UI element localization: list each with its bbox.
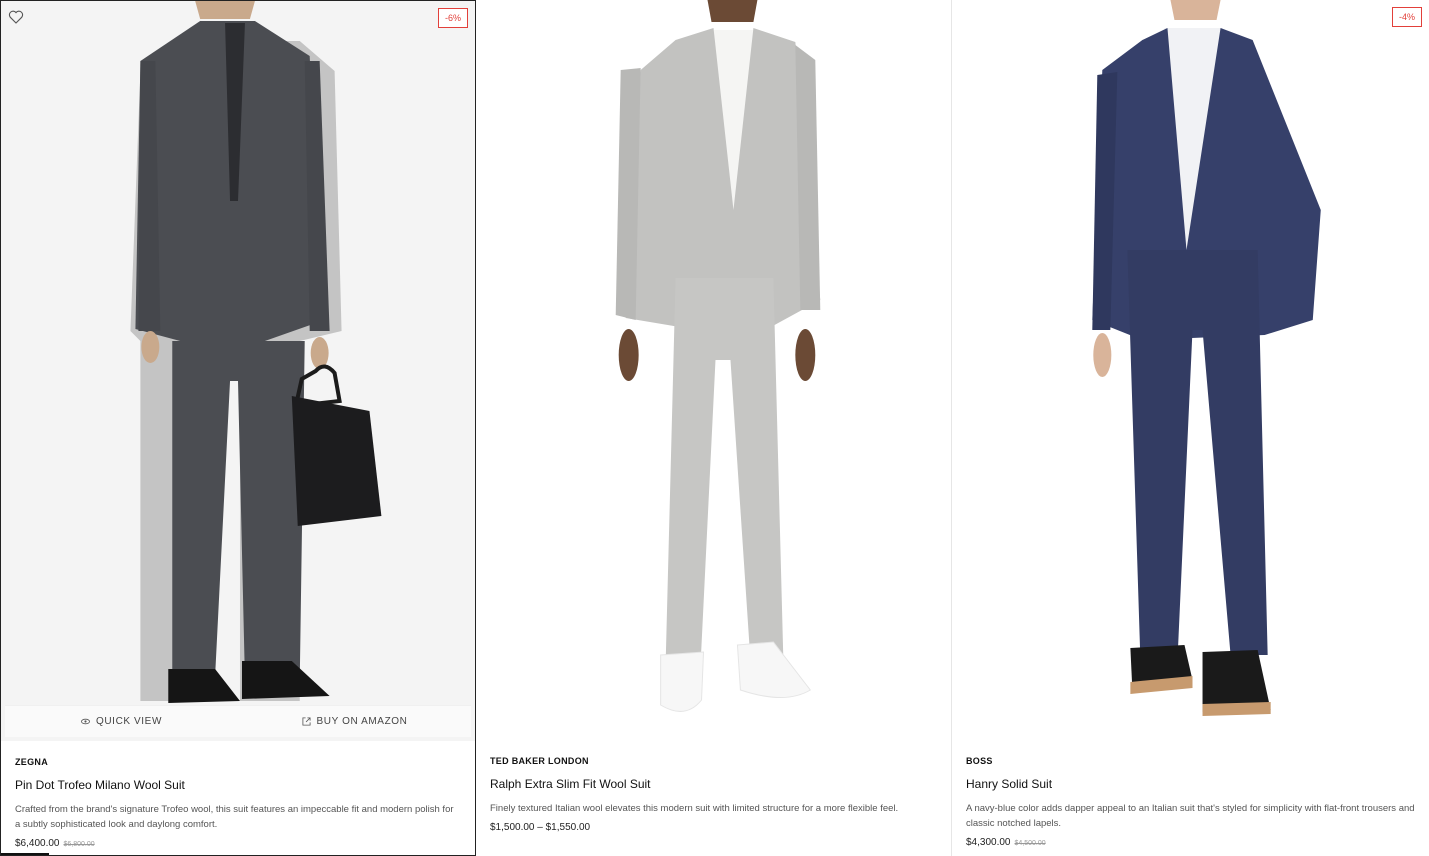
buy-on-amazon-button[interactable]: BUY ON AMAZON [238,706,471,737]
current-price: $4,300.00 [966,837,1011,848]
product-description: A navy-blue color adds dapper appeal to … [966,803,1415,829]
product-image[interactable]: -6% QUICK VIEW BUY ON AMAZON [1,1,475,741]
product-image[interactable] [476,0,951,740]
quick-view-label: QUICK VIEW [95,716,162,727]
price-row: $6,400.00 $6,800.00 [15,838,461,849]
product-title[interactable]: Ralph Extra Slim Fit Wool Suit [490,777,937,793]
brand-name: TED BAKER LONDON [490,756,589,766]
product-info: TED BAKER LONDON Ralph Extra Slim Fit Wo… [490,756,937,833]
hover-actions: QUICK VIEW BUY ON AMAZON [5,705,471,737]
discount-badge: -6% [437,8,468,28]
price-row: $1,500.00 – $1,550.00 [490,822,937,833]
quick-view-button[interactable]: QUICK VIEW [5,706,238,737]
external-link-icon [302,717,311,726]
product-card-boss[interactable]: -4% BOSS Hanry Solid Suit A navy-blue co… [952,0,1429,856]
buy-on-amazon-label: BUY ON AMAZON [316,716,408,727]
product-image[interactable]: -4% [952,0,1429,740]
wishlist-heart-icon[interactable] [8,9,24,25]
old-price: $4,500.00 [1014,840,1046,847]
current-price: $6,400.00 [15,838,60,849]
eye-icon [81,718,90,725]
product-title[interactable]: Pin Dot Trofeo Milano Wool Suit [15,778,461,794]
discount-badge: -4% [1391,7,1422,27]
suit-photo [615,0,821,712]
product-description: Crafted from the brand's signature Trofe… [15,804,454,830]
product-grid: -6% QUICK VIEW BUY ON AMAZON ZEGNA Pin D… [0,0,1429,856]
active-underline [1,853,49,855]
product-info: BOSS Hanry Solid Suit A navy-blue color … [966,756,1415,848]
product-card-ted-baker[interactable]: TED BAKER LONDON Ralph Extra Slim Fit Wo… [476,0,952,856]
suit-photo [1092,0,1321,716]
product-description: Finely textured Italian wool elevates th… [490,803,899,814]
brand-name: BOSS [966,756,993,766]
suit-photo [130,1,382,703]
price-row: $4,300.00 $4,500.00 [966,837,1415,848]
product-title[interactable]: Hanry Solid Suit [966,777,1415,793]
old-price: $6,800.00 [63,841,95,848]
brand-name: ZEGNA [15,757,48,767]
current-price: $1,500.00 – $1,550.00 [490,822,591,833]
product-card-zegna[interactable]: -6% QUICK VIEW BUY ON AMAZON ZEGNA Pin D… [0,0,476,856]
product-info: ZEGNA Pin Dot Trofeo Milano Wool Suit Cr… [15,757,461,849]
